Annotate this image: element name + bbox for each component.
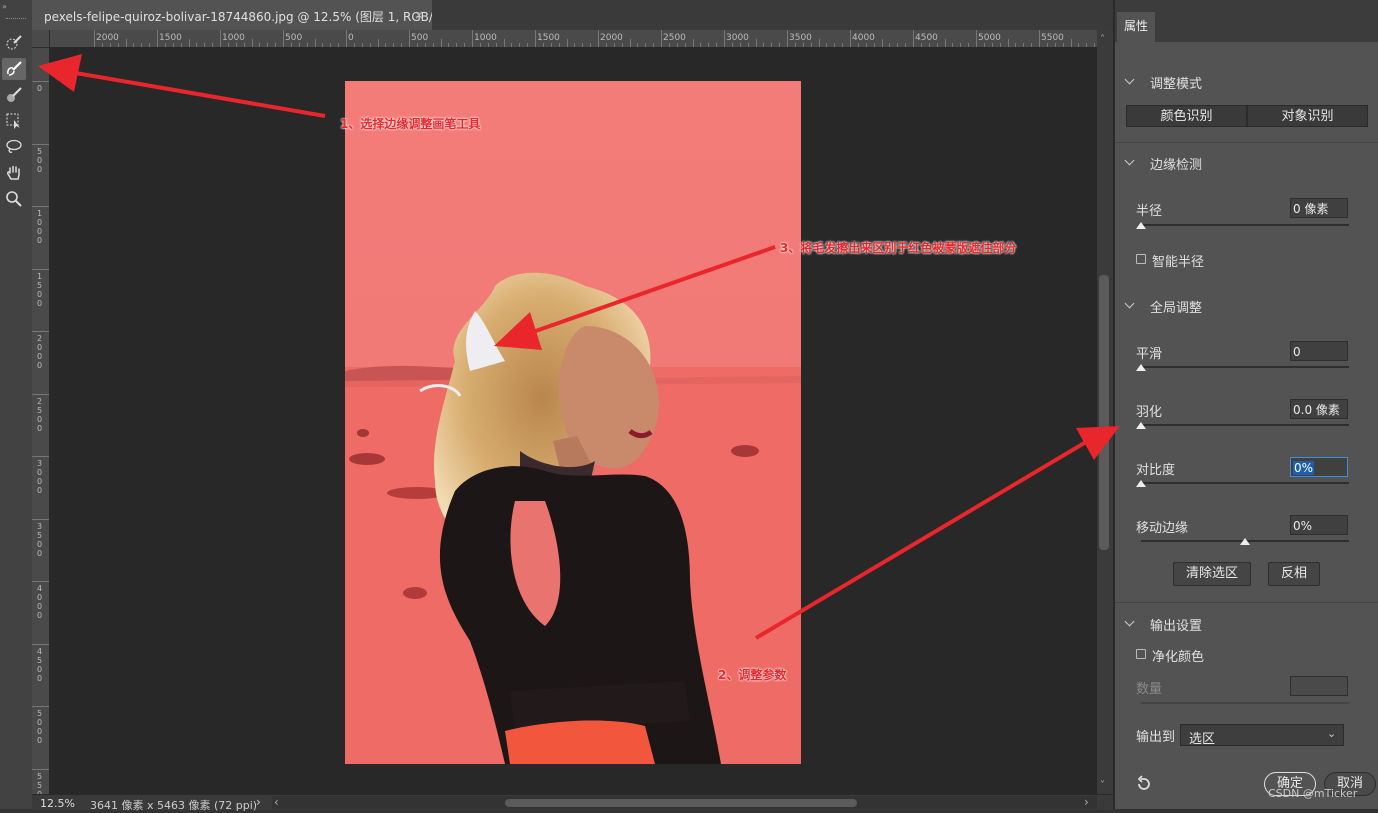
annotation-arrow-1	[69, 70, 326, 118]
annotation-arrowhead-1	[38, 54, 82, 92]
annotation-step-1: 1、选择边缘调整画笔工具	[340, 117, 481, 131]
annotation-arrow-3	[529, 245, 776, 335]
annotation-step-3: 3、将毛发擦出来区别于红色被蒙版遮住部分	[780, 241, 1017, 255]
annotation-step-2: 2、调整参数	[718, 668, 787, 682]
annotation-arrowhead-3	[494, 312, 542, 350]
annotation-arrow-2	[754, 440, 1088, 640]
annotation-arrows	[38, 54, 1120, 640]
